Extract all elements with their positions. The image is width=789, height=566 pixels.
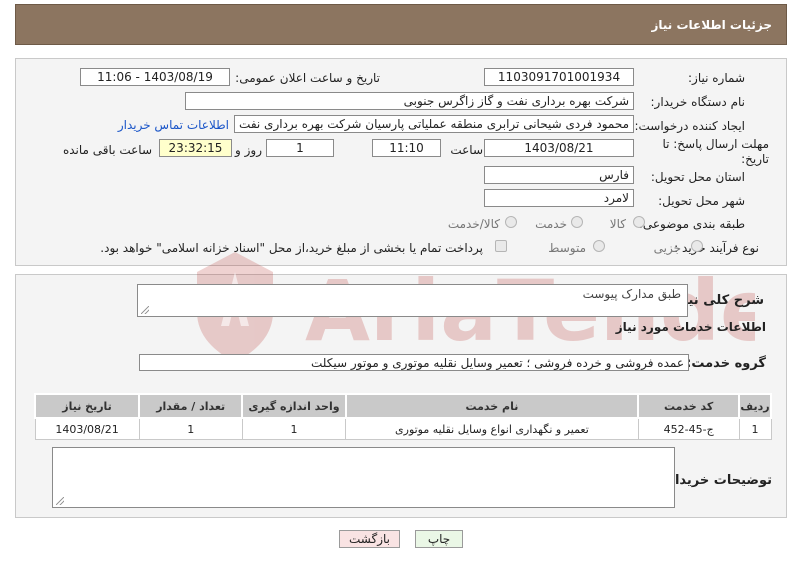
services-table: ردیف کد خدمت نام خدمت واحد اندازه گیری ت…: [33, 393, 772, 440]
remaining-time-field: 23:32:15: [159, 139, 232, 157]
cell-row: 1: [738, 417, 772, 440]
col-unit: واحد اندازه گیری: [241, 393, 347, 419]
resize-handle-icon[interactable]: [56, 497, 64, 505]
page-header: جزئیات اطلاعات نیاز: [15, 4, 787, 45]
announce-datetime-field: 1403/08/19 - 11:06: [80, 68, 230, 86]
process-option-minor: جزیی: [653, 241, 681, 255]
process-radio-medium[interactable]: [593, 240, 605, 252]
deadline-label: مهلت ارسال پاسخ: تا تاریخ:: [662, 137, 769, 166]
treasury-payment-checkbox[interactable]: [495, 240, 507, 252]
buyer-org-label: نام دستگاه خریدار:: [650, 95, 746, 109]
process-option-medium: متوسط: [548, 241, 586, 255]
province-label: استان محل تحویل:: [650, 170, 745, 184]
back-button[interactable]: بازگشت: [339, 530, 400, 548]
cell-need-date: 1403/08/21: [34, 417, 140, 440]
remaining-days-field: 1: [266, 139, 334, 157]
need-number-field: 1103091701001934: [484, 68, 634, 86]
deadline-time-field: 11:10: [372, 139, 441, 157]
category-radio-service[interactable]: [571, 216, 583, 228]
category-radio-goods[interactable]: [633, 216, 645, 228]
requester-field: محمود فردی شیحانی ترابری منطقه عملیاتی پ…: [234, 115, 634, 133]
col-need-date: تاریخ نیاز: [33, 393, 141, 419]
category-option-service: خدمت: [535, 217, 567, 231]
table-row: 1 ج-45-452 تعمیر و نگهداری انواع وسایل ن…: [34, 417, 772, 440]
table-header-row: ردیف کد خدمت نام خدمت واحد اندازه گیری ت…: [33, 393, 772, 419]
buyer-notes-label: توضیحات خریدار:: [662, 473, 772, 488]
buyer-org-field: شرکت بهره برداری نفت و گاز زاگرس جنوبی: [185, 92, 634, 110]
col-service-name: نام خدمت: [344, 393, 640, 419]
buyer-contact-link[interactable]: اطلاعات تماس خریدار: [118, 118, 229, 132]
treasury-payment-note: پرداخت تمام یا بخشی از مبلغ خرید،از محل …: [100, 241, 483, 255]
print-button[interactable]: چاپ: [415, 530, 463, 548]
category-option-goods: کالا: [609, 217, 626, 231]
category-label: طبقه بندی موضوعی:: [638, 217, 745, 231]
col-service-code: کد خدمت: [637, 393, 741, 419]
cell-service-code: ج-45-452: [637, 417, 740, 440]
announce-label: تاریخ و ساعت اعلان عمومی:: [235, 71, 380, 85]
resize-handle-icon[interactable]: [141, 306, 149, 314]
col-quantity: تعداد / مقدار: [138, 393, 244, 419]
city-label: شهر محل تحویل:: [658, 194, 745, 208]
col-row: ردیف: [738, 393, 772, 419]
services-section-title: اطلاعات خدمات مورد نیاز: [615, 320, 766, 334]
cell-unit: 1: [241, 417, 347, 440]
need-number-label: شماره نیاز:: [688, 71, 745, 85]
page-title: جزئیات اطلاعات نیاز: [651, 18, 772, 32]
description-text: طبق مدارک پیوست: [582, 287, 681, 301]
cell-service-name: تعمیر و نگهداری انواع وسایل نقلیه موتوری: [345, 417, 639, 440]
days-label: روز و: [235, 143, 262, 157]
cell-quantity: 1: [138, 417, 243, 440]
service-group-label: گروه خدمت:: [686, 356, 766, 371]
category-option-goods-service: کالا/خدمت: [447, 217, 500, 231]
process-radio-minor[interactable]: [691, 240, 703, 252]
description-textarea[interactable]: طبق مدارک پیوست: [137, 284, 688, 317]
deadline-date-field: 1403/08/21: [484, 139, 634, 157]
category-radio-goods-service[interactable]: [505, 216, 517, 228]
service-group-field: عمده فروشی و خرده فروشی ؛ تعمیر وسایل نق…: [139, 354, 689, 371]
requester-label: ایجاد کننده درخواست:: [634, 119, 745, 133]
city-field: لامرد: [484, 189, 634, 207]
deadline-time-label: ساعت: [450, 143, 483, 157]
remaining-label: ساعت باقی مانده: [62, 143, 152, 157]
process-label: نوع فرآیند خرید :: [674, 241, 759, 255]
province-field: فارس: [484, 166, 634, 184]
buyer-notes-textarea[interactable]: [52, 447, 675, 508]
